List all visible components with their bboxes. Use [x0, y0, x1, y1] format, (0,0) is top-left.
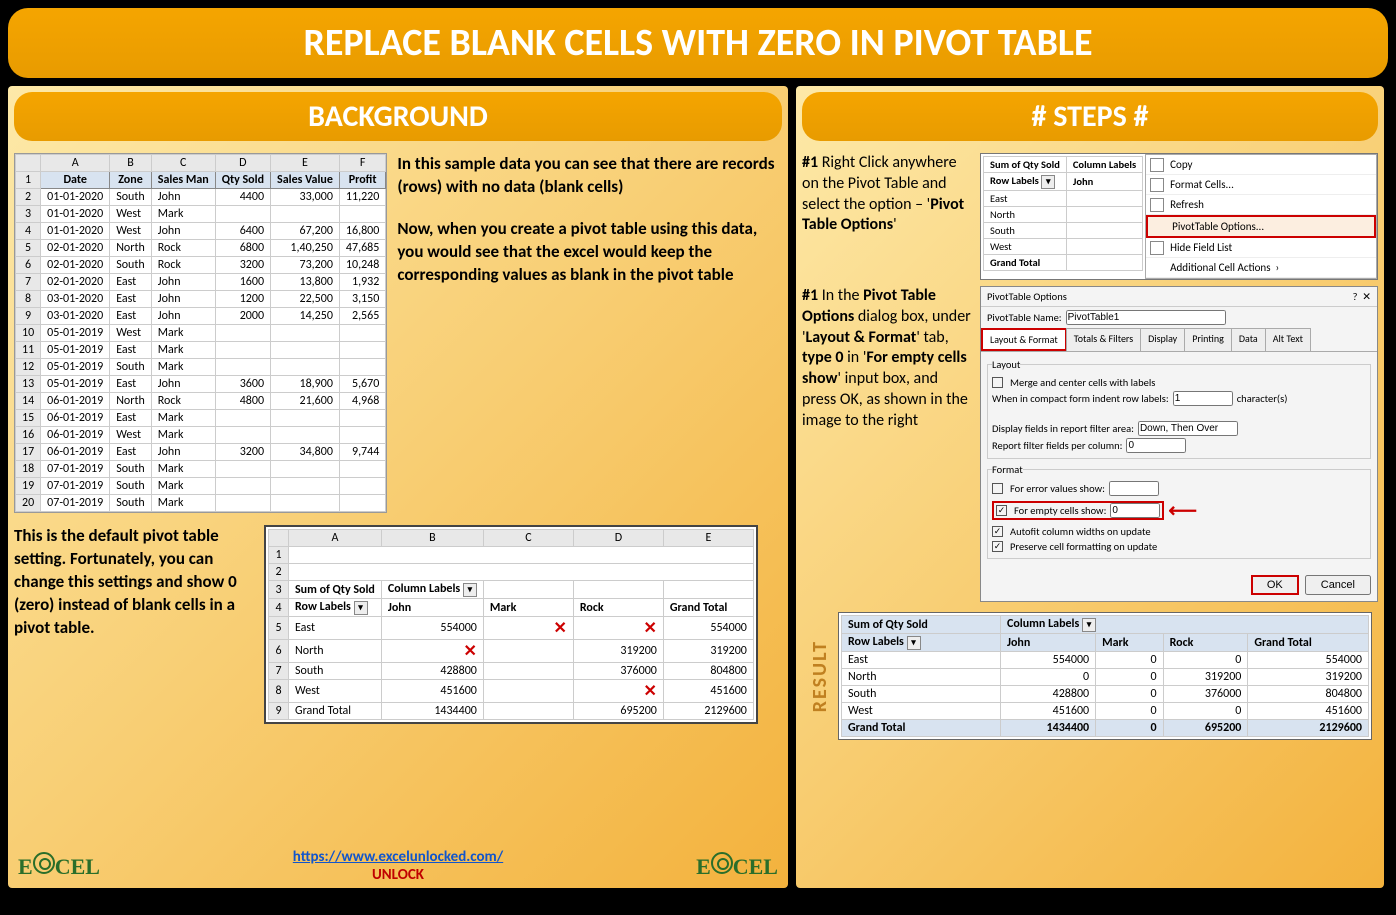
menu-hide-field-list[interactable]: Hide Field List [1146, 238, 1376, 258]
context-menu: Copy Format Cells... Refresh PivotTable … [1145, 154, 1377, 279]
step-1-text: #1 Right Click anywhere on the Pivot Tab… [802, 153, 972, 280]
empty-checkbox[interactable]: ✓ [996, 505, 1007, 516]
key-icon [711, 852, 733, 874]
background-para-3: This is the default pivot table setting.… [14, 525, 254, 640]
default-pivot-table: ABCDE123Sum of Qty SoldColumn Labels ▾4R… [264, 525, 758, 724]
refresh-icon [1150, 198, 1164, 212]
indent-input[interactable] [1173, 391, 1233, 406]
tab-printing[interactable]: Printing [1184, 328, 1232, 351]
cancel-button[interactable]: Cancel [1305, 575, 1371, 595]
background-panel: BACKGROUND ABCDEF1DateZoneSales ManQty S… [8, 86, 788, 888]
format-icon [1150, 178, 1164, 192]
preserve-label: Preserve cell formatting on update [1010, 540, 1157, 553]
merge-checkbox[interactable] [992, 377, 1003, 388]
autofit-checkbox[interactable]: ✓ [992, 526, 1003, 537]
pivot-name-input[interactable] [1066, 310, 1226, 325]
key-icon [33, 852, 55, 874]
empty-input[interactable] [1110, 503, 1160, 518]
background-para-1: In this sample data you can see that the… [397, 153, 782, 199]
menu-refresh[interactable]: Refresh [1146, 195, 1376, 215]
menu-pivottable-options[interactable]: PivotTable Options... [1146, 215, 1376, 238]
background-header: BACKGROUND [14, 92, 782, 141]
menu-copy[interactable]: Copy [1146, 155, 1376, 175]
report-filter-label: Report filter fields per column: [992, 439, 1122, 452]
pivottable-options-dialog: PivotTable Options ? ✕ PivotTable Name: L… [980, 286, 1378, 602]
excel-unlocked-logo: ECEL [18, 852, 100, 880]
format-legend: Format [992, 463, 1023, 476]
display-fields-select[interactable] [1138, 421, 1238, 436]
background-para-2: Now, when you create a pivot table using… [397, 218, 782, 287]
tab-totals-filters[interactable]: Totals & Filters [1066, 328, 1141, 351]
excel-unlocked-logo-right: ECEL [696, 852, 778, 880]
display-fields-label: Display fields in report filter area: [992, 422, 1134, 435]
empty-label: For empty cells show: [1014, 504, 1106, 517]
step-2-text: #1 In the Pivot Table Options dialog box… [802, 286, 972, 602]
copy-icon [1150, 158, 1164, 172]
menu-format-cells[interactable]: Format Cells... [1146, 175, 1376, 195]
ok-button[interactable]: OK [1251, 575, 1299, 595]
result-pivot-table: Sum of Qty SoldColumn Labels ▾Row Labels… [838, 612, 1372, 740]
dropdown-icon[interactable]: ▾ [1041, 175, 1055, 189]
steps-header: # STEPS # [802, 92, 1378, 141]
site-link[interactable]: https://www.excelunlocked.com/ [293, 848, 503, 866]
context-menu-screenshot: Sum of Qty SoldColumn Labels Row Labels … [980, 153, 1378, 280]
preserve-checkbox[interactable]: ✓ [992, 541, 1003, 552]
tab-data[interactable]: Data [1231, 328, 1266, 351]
menu-additional-actions[interactable]: Additional Cell Actions › [1146, 258, 1376, 278]
autofit-label: Autofit column widths on update [1010, 525, 1151, 538]
source-data-table: ABCDEF1DateZoneSales ManQty SoldSales Va… [14, 153, 387, 513]
dialog-title: PivotTable Options [987, 290, 1067, 303]
error-input[interactable] [1109, 481, 1159, 496]
error-label: For error values show: [1010, 482, 1105, 495]
tab-layout-format[interactable]: Layout & Format [981, 328, 1067, 351]
result-label: RESULT [808, 640, 832, 712]
pivot-name-label: PivotTable Name: [987, 311, 1062, 324]
tab-display[interactable]: Display [1140, 328, 1185, 351]
tab-alt-text[interactable]: Alt Text [1265, 328, 1311, 351]
unlock-label: UNLOCK [372, 866, 424, 884]
main-title: REPLACE BLANK CELLS WITH ZERO IN PIVOT T… [8, 8, 1388, 78]
dialog-help-close[interactable]: ? ✕ [1353, 290, 1371, 303]
error-checkbox[interactable] [992, 483, 1003, 494]
steps-panel: # STEPS # #1 Right Click anywhere on the… [796, 86, 1384, 888]
report-filter-input[interactable] [1126, 438, 1186, 453]
indent-label: When in compact form indent row labels: [992, 392, 1169, 405]
merge-label: Merge and center cells with labels [1010, 376, 1155, 389]
layout-legend: Layout [992, 358, 1020, 371]
red-arrow-icon: ⟵ [1168, 498, 1197, 523]
list-icon [1150, 241, 1164, 255]
